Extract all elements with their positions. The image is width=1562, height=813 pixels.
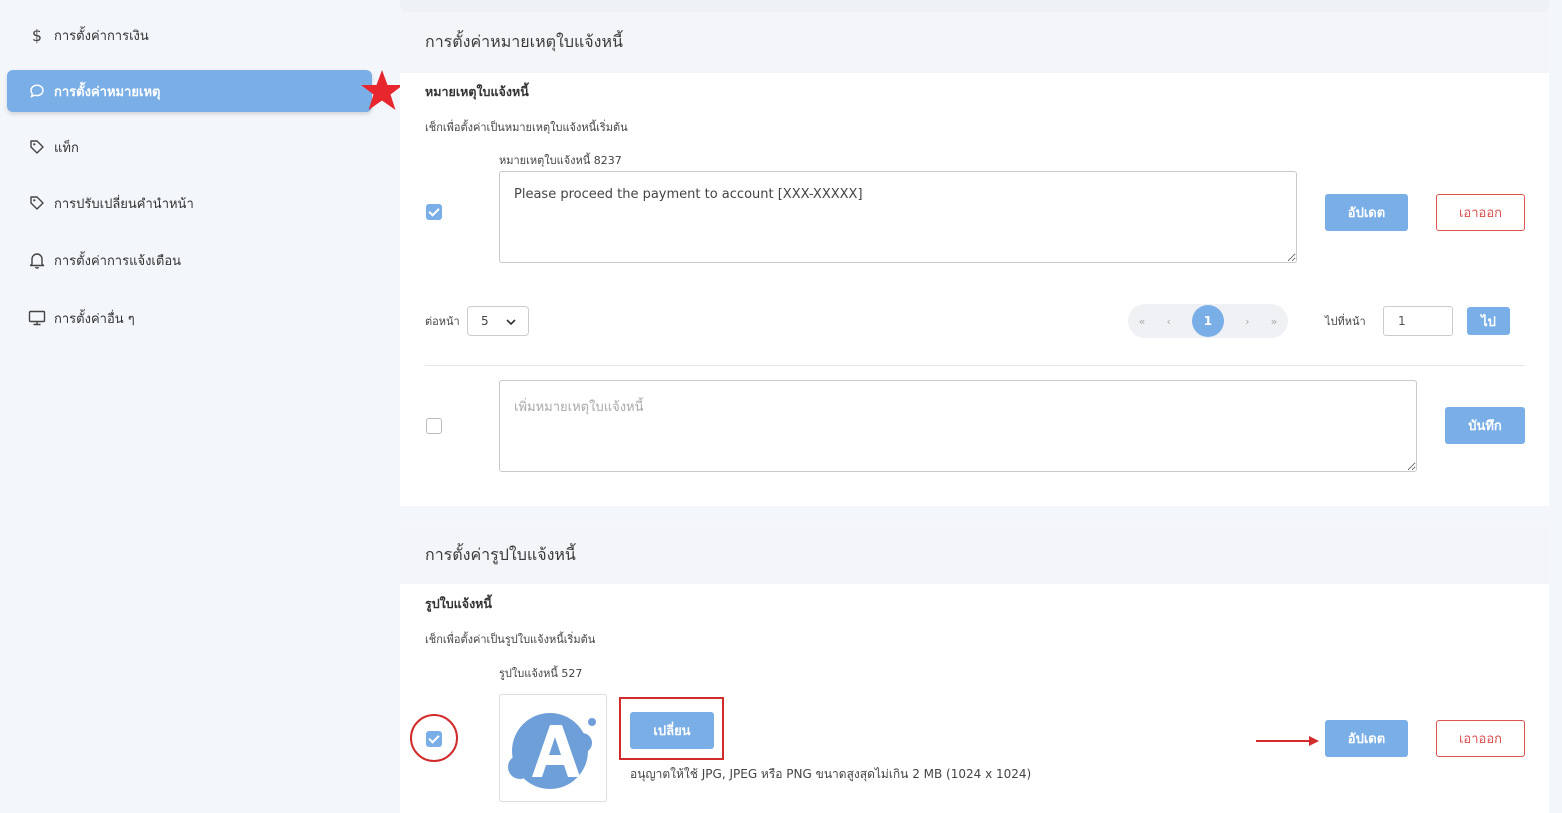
save-note-button[interactable]: บันทึก <box>1445 407 1525 444</box>
go-button[interactable]: ไป <box>1467 307 1510 335</box>
arrow-annotation-icon <box>1256 736 1319 746</box>
chat-bubble-icon <box>28 82 46 100</box>
update-note-button[interactable]: อัปเดต <box>1325 194 1408 231</box>
per-page-value: 5 <box>481 314 489 328</box>
chevron-down-icon <box>506 314 516 328</box>
sidebar-item-label: การตั้งค่าอื่น ๆ <box>54 311 135 327</box>
page-title: การตั้งค่าหมายเหตุใบแจ้งหนี้ <box>425 32 623 51</box>
sidebar-item-prefix[interactable]: การปรับเปลี่ยนคำนำหน้า <box>7 182 372 224</box>
new-note-textarea[interactable] <box>499 380 1417 472</box>
per-page-label: ต่อหน้า <box>425 315 460 328</box>
goto-page-input[interactable] <box>1383 306 1453 336</box>
file-hint: อนุญาตให้ใช้ JPG, JPEG หรือ PNG ขนาดสูงส… <box>630 767 1032 781</box>
tag-icon <box>28 138 46 156</box>
sidebar-item-note-settings[interactable]: การตั้งค่าหมายเหตุ <box>7 70 372 112</box>
sidebar-item-label: การตั้งค่าหมายเหตุ <box>54 84 161 100</box>
remove-image-button[interactable]: เอาออก <box>1436 720 1525 757</box>
monitor-icon <box>28 309 46 327</box>
default-note-checkbox[interactable] <box>426 204 442 220</box>
star-annotation-icon <box>361 70 403 110</box>
dollar-icon: $ <box>31 25 43 45</box>
next-page-button[interactable]: › <box>1245 315 1249 328</box>
note-textarea[interactable] <box>499 171 1297 263</box>
sidebar: $ การตั้งค่าการเงิน การตั้งค่าหมายเหตุ แ… <box>0 0 403 813</box>
pagination: « ‹ 1 › » <box>1128 304 1288 338</box>
sidebar-item-label: แท็ก <box>54 140 79 156</box>
logo-image <box>508 713 596 789</box>
last-page-button[interactable]: » <box>1271 315 1278 328</box>
sidebar-item-label: การปรับเปลี่ยนคำนำหน้า <box>54 196 194 212</box>
invoice-image-preview <box>499 694 607 802</box>
new-note-checkbox[interactable] <box>426 418 442 434</box>
section-hint: เช็กเพื่อตั้งค่าเป็นหมายเหตุใบแจ้งหนี้เร… <box>425 121 628 134</box>
section-title: การตั้งค่ารูปใบแจ้งหนี้ <box>425 544 576 564</box>
sidebar-item-label: การตั้งค่าการแจ้งเตือน <box>54 253 182 269</box>
section-subtitle: รูปใบแจ้งหนี้ <box>425 596 492 611</box>
bell-icon <box>28 251 46 269</box>
sidebar-item-label: การตั้งค่าการเงิน <box>54 28 149 44</box>
change-image-button[interactable]: เปลี่ยน <box>630 712 714 749</box>
per-page-select[interactable]: 5 <box>467 306 529 336</box>
section-hint: เช็กเพื่อตั้งค่าเป็นรูปใบแจ้งหนี้เริ่มต้… <box>425 633 596 646</box>
sidebar-item-tags[interactable]: แท็ก <box>7 126 372 168</box>
default-image-checkbox[interactable] <box>426 731 442 747</box>
prev-page-button[interactable]: ‹ <box>1166 315 1170 328</box>
top-panel-edge <box>400 0 1549 12</box>
note-label: หมายเหตุใบแจ้งหนี้ 8237 <box>499 154 622 167</box>
current-page-button[interactable]: 1 <box>1191 305 1224 337</box>
update-image-button[interactable]: อัปเดต <box>1325 720 1408 757</box>
panel-header: การตั้งค่าหมายเหตุใบแจ้งหนี้ <box>400 12 1549 73</box>
divider <box>425 365 1525 366</box>
goto-page-label: ไปที่หน้า <box>1325 315 1366 328</box>
sidebar-item-finance-settings[interactable]: $ การตั้งค่าการเงิน <box>7 14 372 56</box>
image-label: รูปใบแจ้งหนี้ 527 <box>499 667 583 680</box>
first-page-button[interactable]: « <box>1139 315 1146 328</box>
sidebar-item-notifications[interactable]: การตั้งค่าการแจ้งเตือน <box>7 239 372 281</box>
section-subtitle: หมายเหตุใบแจ้งหนี้ <box>425 84 529 99</box>
remove-note-button[interactable]: เอาออก <box>1436 194 1525 231</box>
tag-icon <box>28 194 46 212</box>
sidebar-item-other-settings[interactable]: การตั้งค่าอื่น ๆ <box>7 297 372 339</box>
panel-header: การตั้งค่ารูปใบแจ้งหนี้ <box>400 526 1549 584</box>
